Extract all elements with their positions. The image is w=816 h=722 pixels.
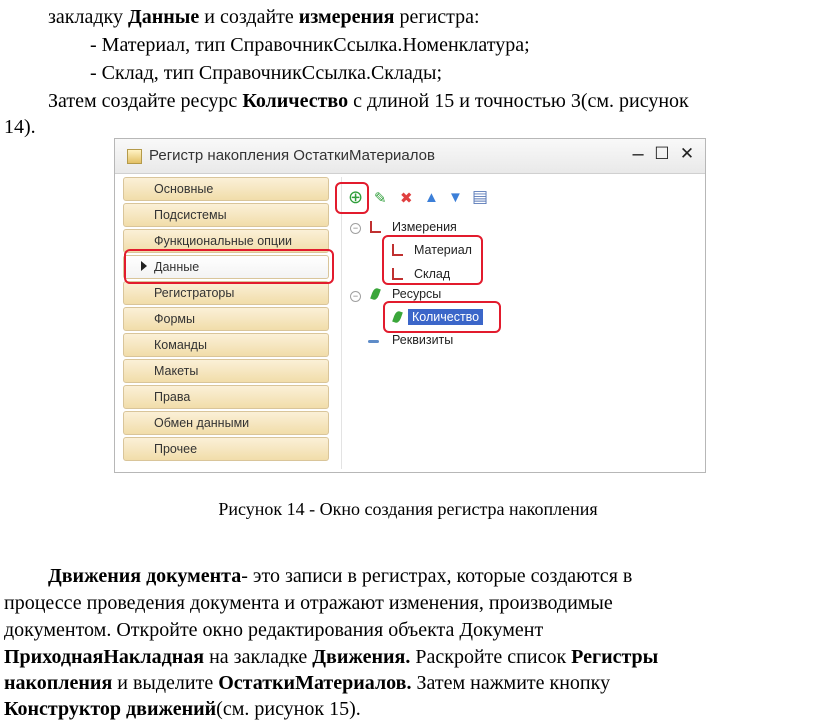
text-line-4: Затем создайте ресурс Количество с длино… [48, 88, 689, 114]
resource-icon [370, 287, 381, 301]
paragraph-line-2: процессе проведения документа и отражают… [4, 592, 613, 614]
tree-dimensions[interactable]: Измерения [392, 220, 457, 234]
window-titlebar: Регистр накопления ОстаткиМатериалов – ☐… [115, 139, 705, 174]
text-run: (см. рисунок 15). [216, 698, 361, 720]
text-run: и выделите [112, 672, 219, 694]
bold-term: ОстаткиМатериалов. [218, 672, 412, 694]
nav-label: Макеты [154, 364, 199, 378]
text-line-1: закладку Данные и создайте измерения рег… [48, 4, 480, 30]
nav-label: Права [154, 390, 191, 404]
register-window: Регистр накопления ОстаткиМатериалов – ☐… [114, 138, 706, 473]
register-icon [127, 149, 142, 164]
nav-item-prava[interactable]: Права [123, 385, 329, 409]
bold-term: Конструктор движений [4, 698, 217, 720]
nav-item-formy[interactable]: Формы [123, 307, 329, 331]
paragraph-line-1: Движения документа- это записи в регистр… [48, 563, 632, 589]
bold-term: ПриходнаяНакладная [4, 646, 205, 668]
nav-label: Прочее [154, 442, 198, 456]
text-run: Раскройте список [410, 646, 572, 668]
figure-caption: Рисунок 14 - Окно создания регистра нако… [218, 499, 598, 519]
bold-term: Движения документа [48, 565, 242, 587]
paragraph-line-3: документом. Откройте окно редактирования… [4, 619, 544, 641]
list-icon[interactable]: ▤ [472, 187, 488, 207]
paragraph-line-5: накопления и выделите ОстаткиМатериалов.… [4, 670, 610, 696]
paragraph-line-4: ПриходнаяНакладная на закладке Движения.… [4, 644, 658, 670]
text-run: закладку [48, 6, 128, 28]
text-run: Затем создайте ресурс [48, 90, 243, 112]
move-down-icon[interactable]: ▼ [448, 189, 463, 206]
collapse-icon[interactable]: − [350, 223, 361, 234]
highlight-add [335, 182, 369, 214]
text-run: - это записи в регистрах, которые создаю… [241, 565, 633, 587]
nav-item-prochee[interactable]: Прочее [123, 437, 329, 461]
attribute-icon [368, 340, 379, 343]
edit-icon[interactable]: ✎ [374, 189, 387, 207]
nav-item-registratory[interactable]: Регистраторы [123, 281, 329, 305]
highlight-dannye [124, 249, 334, 284]
nav-item-makety[interactable]: Макеты [123, 359, 329, 383]
highlight-dimensions [382, 235, 483, 285]
window-title: Регистр накопления ОстаткиМатериалов [149, 147, 435, 164]
nav-label: Подсистемы [154, 208, 227, 222]
text-run: с длиной 15 и точностью 3(см. рисунок [348, 90, 689, 112]
bold-term: Количество [242, 90, 349, 112]
nav-item-obmen-dannymi[interactable]: Обмен данными [123, 411, 329, 435]
bold-term: накопления [4, 672, 113, 694]
dimension-icon [370, 221, 381, 233]
delete-icon[interactable]: ✖ [400, 189, 413, 207]
tree-attributes[interactable]: Реквизиты [392, 333, 453, 347]
collapse-icon[interactable]: − [350, 291, 361, 302]
nav-label: Основные [154, 182, 214, 196]
bold-term: измерения [298, 6, 395, 28]
maximize-icon[interactable]: ☐ [651, 144, 673, 164]
text-run: Затем нажмите кнопку [411, 672, 611, 694]
text-run: регистра: [394, 6, 480, 28]
nav-label: Команды [154, 338, 207, 352]
paragraph-line-6: Конструктор движений(см. рисунок 15). [4, 696, 361, 722]
highlight-resource [383, 301, 501, 333]
data-panel: ⊕ ✎ ✖ ▲ ▼ ▤ − Измерения Материал Склад −… [335, 177, 702, 469]
nav-item-podsistemy[interactable]: Подсистемы [123, 203, 329, 227]
nav-label: Функциональные опции [154, 234, 293, 248]
bold-term: Движения. [312, 646, 411, 668]
move-up-icon[interactable]: ▲ [424, 189, 439, 206]
bold-term: Регистры [571, 646, 659, 668]
text-run: на закладке [204, 646, 313, 668]
bullet-1: - Материал, тип СправочникСсылка.Номенкл… [90, 34, 530, 56]
bold-term: Данные [127, 6, 200, 28]
nav-item-osnovnye[interactable]: Основные [123, 177, 329, 201]
minimize-icon[interactable]: – [627, 143, 649, 166]
tree-resources[interactable]: Ресурсы [392, 287, 441, 301]
nav-label: Формы [154, 312, 195, 326]
text-line-5: 14). [4, 116, 36, 138]
bullet-2: - Склад, тип СправочникСсылка.Склады; [90, 62, 443, 84]
nav-label: Регистраторы [154, 286, 235, 300]
close-icon[interactable]: ✕ [676, 144, 698, 164]
text-run: и создайте [199, 6, 299, 28]
nav-label: Обмен данными [154, 416, 250, 430]
nav-item-komandy[interactable]: Команды [123, 333, 329, 357]
